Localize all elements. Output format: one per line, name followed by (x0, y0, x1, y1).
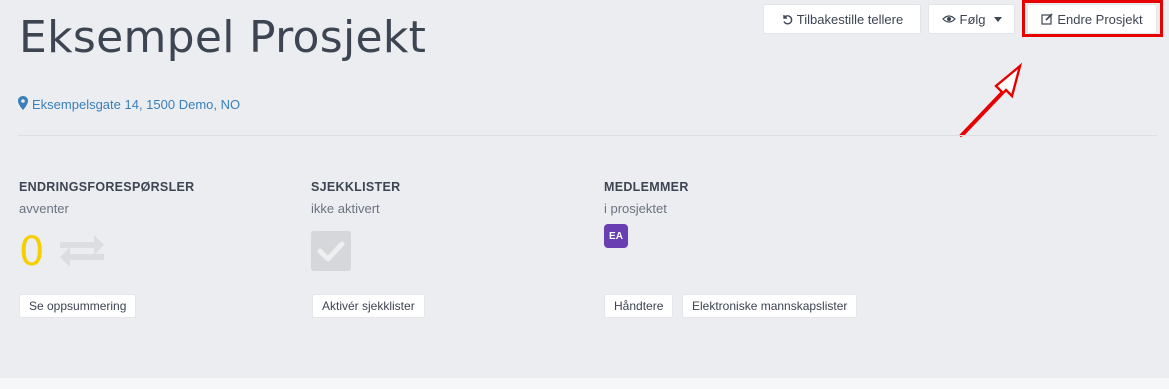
caret-down-icon (993, 16, 1002, 22)
page-footer-strip (0, 378, 1169, 389)
annotation-arrow (959, 62, 1023, 138)
follow-label: Følg (959, 11, 986, 27)
map-pin-icon (18, 96, 28, 113)
reset-counters-label: Tilbakestille tellere (796, 11, 904, 27)
project-address[interactable]: Eksempelsgate 14, 1500 Demo, NO (18, 96, 240, 113)
checkbox-icon (311, 231, 351, 271)
eye-icon (941, 14, 956, 24)
address-text: Eksempelsgate 14, 1500 Demo, NO (32, 97, 241, 112)
follow-button[interactable]: Følg (928, 4, 1015, 34)
avatar[interactable]: EA (604, 224, 628, 248)
change-requests-count: 0 (19, 229, 45, 275)
annotation-highlight-box (1022, 0, 1163, 37)
divider (18, 135, 1157, 136)
change-requests-title: ENDRINGSFORESPØRSLER (19, 180, 195, 194)
manage-members-button[interactable]: Håndtere (604, 294, 674, 318)
reset-counters-button[interactable]: Tilbakestille tellere (763, 4, 921, 34)
swap-arrows-icon (60, 235, 104, 267)
page-title: Eksempel Prosjekt (19, 12, 427, 63)
see-summary-button[interactable]: Se oppsummering (19, 294, 137, 318)
members-subtitle: i prosjektet (604, 201, 667, 216)
activate-checklists-button[interactable]: Aktivér sjekklister (312, 294, 425, 318)
crew-lists-button[interactable]: Elektroniske mannskapslister (682, 294, 858, 318)
change-requests-subtitle: avventer (19, 201, 69, 216)
members-title: MEDLEMMER (604, 180, 689, 194)
checklists-title: SJEKKLISTER (311, 180, 401, 194)
undo-icon (781, 13, 793, 25)
checklists-subtitle: ikke aktivert (311, 201, 380, 216)
